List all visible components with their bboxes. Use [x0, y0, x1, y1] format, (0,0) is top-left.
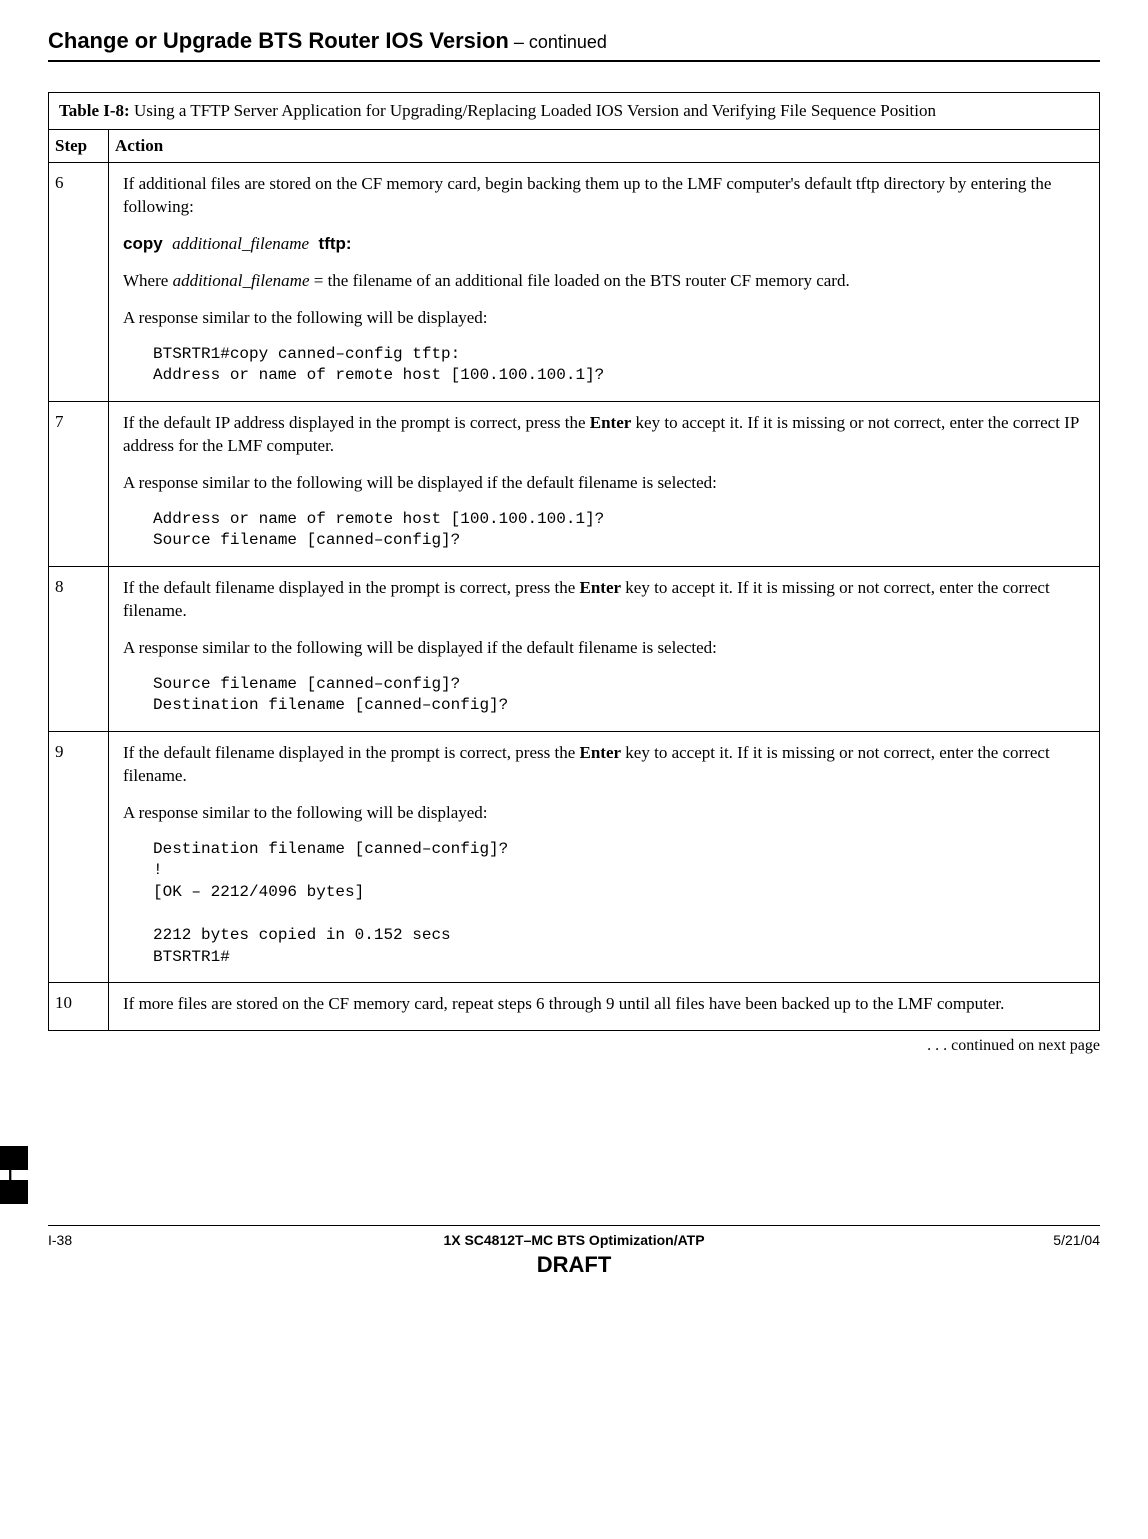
footer-date: 5/21/04 — [1053, 1232, 1100, 1248]
step-number: 9 — [49, 731, 109, 982]
table-row: 10 If more files are stored on the CF me… — [49, 983, 1100, 1031]
col-header-action: Action — [109, 130, 1100, 163]
where-line: Where additional_filename = the filename… — [123, 270, 1085, 293]
sentence-pre: If the default IP address displayed in t… — [123, 413, 590, 432]
action-text: If the default filename displayed in the… — [123, 577, 1085, 623]
enter-key: Enter — [590, 413, 632, 432]
table-title-strong: Table I-8: — [59, 101, 130, 120]
title-continued: – continued — [509, 32, 607, 52]
action-text: If more files are stored on the CF memor… — [123, 994, 1004, 1013]
action-text: A response similar to the following will… — [123, 802, 1085, 825]
cmd-copy: copy — [123, 234, 163, 253]
where-arg: additional_filename — [173, 271, 310, 290]
table-title-row: Table I-8: Using a TFTP Server Applicati… — [49, 93, 1100, 130]
continued-on-next-page: . . . continued on next page — [48, 1037, 1100, 1055]
procedure-table: Table I-8: Using a TFTP Server Applicati… — [48, 92, 1100, 1031]
step-number: 10 — [49, 983, 109, 1031]
command-line: copy additional_filename tftp: — [123, 233, 1085, 256]
table-row: 8 If the default filename displayed in t… — [49, 566, 1100, 731]
page-footer: I-38 1X SC4812T–MC BTS Optimization/ATP … — [48, 1225, 1100, 1292]
title-main: Change or Upgrade BTS Router IOS Version — [48, 28, 509, 53]
action-text: A response similar to the following will… — [123, 307, 1085, 330]
code-block: BTSRTR1#copy canned–config tftp: Address… — [153, 344, 1085, 387]
code-block: Source filename [canned–config]? Destina… — [153, 674, 1085, 717]
page-margin-bar-top — [0, 1146, 28, 1170]
enter-key: Enter — [580, 743, 622, 762]
action-text: If the default IP address displayed in t… — [123, 412, 1085, 458]
action-content: If the default filename displayed in the… — [109, 566, 1100, 731]
cmd-tftp: tftp: — [319, 234, 352, 253]
step-number: 8 — [49, 566, 109, 731]
table-header-row: Step Action — [49, 130, 1100, 163]
sentence-pre: If the default filename displayed in the… — [123, 578, 580, 597]
action-text: If additional files are stored on the CF… — [123, 173, 1085, 219]
table-row: 6 If additional files are stored on the … — [49, 163, 1100, 402]
footer-draft: DRAFT — [48, 1252, 1100, 1278]
step-number: 6 — [49, 163, 109, 402]
where-pre: Where — [123, 271, 173, 290]
footer-center-title: 1X SC4812T–MC BTS Optimization/ATP — [48, 1232, 1100, 1248]
action-text: If the default filename displayed in the… — [123, 742, 1085, 788]
action-text: A response similar to the following will… — [123, 637, 1085, 660]
action-content: If the default filename displayed in the… — [109, 731, 1100, 982]
enter-key: Enter — [580, 578, 622, 597]
action-content: If more files are stored on the CF memor… — [109, 983, 1100, 1031]
table-title-rest: Using a TFTP Server Application for Upgr… — [130, 101, 936, 120]
col-header-step: Step — [49, 130, 109, 163]
where-post: = the filename of an additional file loa… — [310, 271, 850, 290]
page-title: Change or Upgrade BTS Router IOS Version… — [48, 28, 1100, 62]
table-row: 7 If the default IP address displayed in… — [49, 401, 1100, 566]
action-content: If the default IP address displayed in t… — [109, 401, 1100, 566]
step-number: 7 — [49, 401, 109, 566]
code-block: Destination filename [canned–config]? ! … — [153, 839, 1085, 969]
page-margin-bar-bot — [0, 1180, 28, 1204]
sentence-pre: If the default filename displayed in the… — [123, 743, 580, 762]
action-content: If additional files are stored on the CF… — [109, 163, 1100, 402]
action-text: A response similar to the following will… — [123, 472, 1085, 495]
table-row: 9 If the default filename displayed in t… — [49, 731, 1100, 982]
code-block: Address or name of remote host [100.100.… — [153, 509, 1085, 552]
cmd-arg: additional_filename — [172, 234, 309, 253]
